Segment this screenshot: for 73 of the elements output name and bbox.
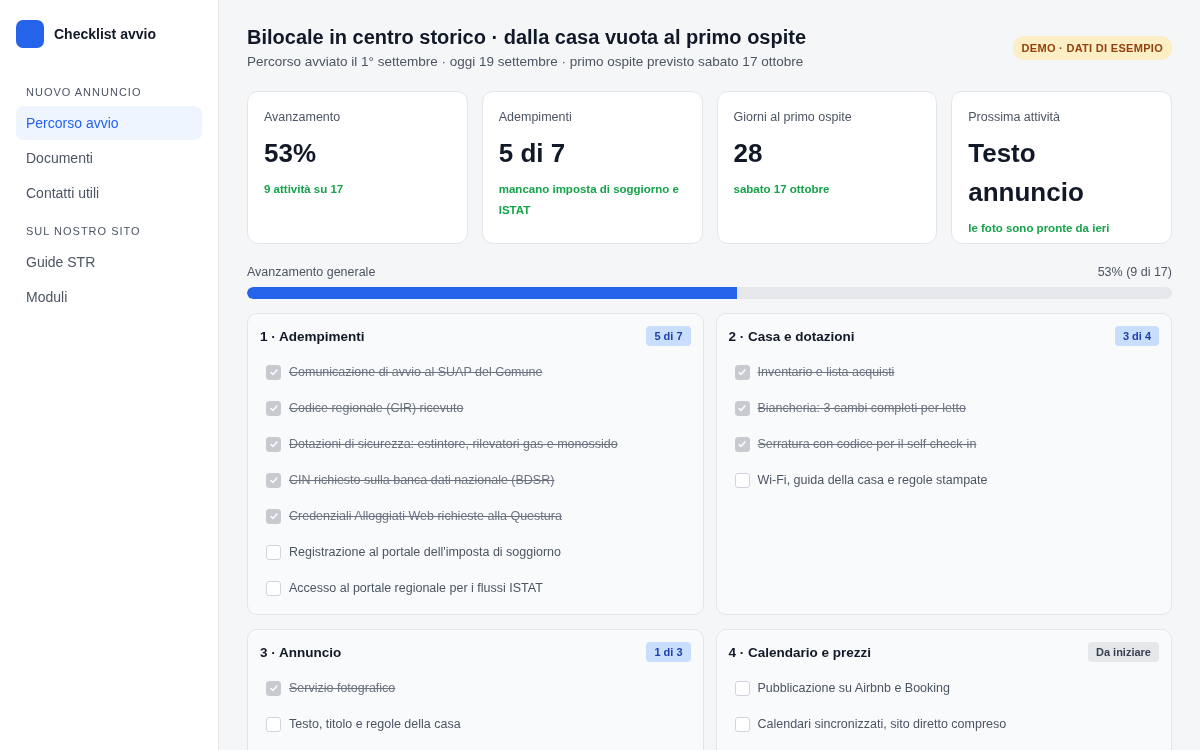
task-label: Registrazione al portale dell'imposta di soggiorno bbox=[289, 545, 561, 559]
task-label: Testo, titolo e regole della casa bbox=[289, 717, 461, 731]
page-subtitle: Percorso avviato il 1° settembre · oggi 19 settembre · primo ospite previsto sabato 17 ottobre bbox=[247, 54, 805, 69]
stat-label: Giorni al primo ospite bbox=[733, 110, 853, 124]
checkbox[interactable] bbox=[734, 716, 750, 732]
section-title: 3 · Annuncio bbox=[260, 644, 342, 660]
checkbox[interactable] bbox=[734, 680, 750, 696]
page-title: Bilocale in centro storico · dalla casa vuota al primo ospite bbox=[247, 26, 807, 49]
task-label: Pubblicazione su Airbnb e Booking bbox=[757, 681, 950, 695]
task-label: Serratura con codice per il self check-in bbox=[757, 437, 977, 451]
task-label: Accesso al portale regionale per i flussi ISTAT bbox=[289, 581, 543, 595]
nav-item[interactable]: Percorso avvio bbox=[16, 106, 202, 140]
checkbox[interactable] bbox=[266, 400, 281, 416]
check-icon bbox=[268, 683, 279, 693]
stat-note: sabato 17 ottobre bbox=[733, 182, 831, 197]
checkbox[interactable] bbox=[266, 508, 281, 524]
logo-icon bbox=[16, 20, 44, 48]
checkbox[interactable] bbox=[266, 716, 281, 732]
nav-item[interactable]: Moduli bbox=[16, 280, 202, 314]
checkbox[interactable] bbox=[734, 436, 750, 452]
task-label: Inventario e lista acquisti bbox=[757, 365, 895, 379]
checkbox[interactable] bbox=[266, 544, 281, 560]
stat-note: 9 attività su 17 bbox=[264, 182, 345, 197]
task-label: Biancheria: 3 cambi completi per letto bbox=[757, 401, 966, 415]
nav-section-heading: NUOVO ANNUNCIO bbox=[25, 86, 143, 98]
task-label: Codice regionale (CIR) ricevuto bbox=[289, 401, 464, 415]
stat-note: le foto sono pronte da ieri bbox=[968, 221, 1111, 236]
task-label: Comunicazione di avvio al SUAP del Comune bbox=[289, 365, 543, 379]
stat-value: 5 di 7 bbox=[498, 137, 567, 170]
progress-label: Avanzamento generale bbox=[247, 265, 376, 279]
checkbox[interactable] bbox=[734, 364, 750, 380]
stat-label: Adempimenti bbox=[498, 110, 573, 124]
status-badge: 5 di 7 bbox=[646, 326, 691, 346]
check-icon bbox=[268, 439, 279, 449]
task-label: Wi-Fi, guida della casa e regole stampate bbox=[757, 473, 988, 487]
checkbox[interactable] bbox=[266, 436, 281, 452]
check-icon bbox=[268, 367, 279, 377]
section-title: 2 · Casa e dotazioni bbox=[728, 328, 855, 344]
status-badge: 3 di 4 bbox=[1114, 326, 1159, 346]
stat-value: Testo annuncio bbox=[968, 137, 1085, 209]
checkbox[interactable] bbox=[734, 472, 750, 488]
nav-section-heading: SUL NOSTRO SITO bbox=[25, 225, 142, 237]
checkbox[interactable] bbox=[266, 580, 281, 596]
task-label: Calendari sincronizzati, sito diretto compreso bbox=[757, 717, 1007, 731]
stat-note: mancano imposta di soggiorno e ISTAT bbox=[498, 182, 680, 218]
check-icon bbox=[737, 367, 747, 377]
check-icon bbox=[737, 403, 747, 413]
checkbox[interactable] bbox=[266, 364, 281, 380]
check-icon bbox=[268, 511, 279, 521]
nav-item[interactable]: Guide STR bbox=[16, 245, 202, 279]
app-title: Checklist avvio bbox=[54, 26, 156, 42]
task-label: Dotazioni di sicurezza: estintore, rilevatori gas e monossido bbox=[289, 437, 618, 451]
check-icon bbox=[737, 439, 747, 449]
section-title: 4 · Calendario e prezzi bbox=[728, 644, 872, 660]
stat-value: 53% bbox=[264, 137, 318, 170]
task-label: CIN richiesto sulla banca dati nazionale (BDSR) bbox=[289, 473, 555, 487]
checkbox[interactable] bbox=[266, 680, 281, 696]
stat-label: Avanzamento bbox=[264, 110, 342, 124]
status-badge: 1 di 3 bbox=[646, 642, 691, 662]
demo-badge: DEMO · DATI DI ESEMPIO bbox=[1012, 36, 1172, 60]
section-title: 1 · Adempimenti bbox=[260, 328, 365, 344]
task-label: Servizio fotografico bbox=[289, 681, 396, 695]
stat-label: Prossima attività bbox=[968, 110, 1061, 124]
status-badge: Da iniziare bbox=[1087, 642, 1159, 662]
progress-reading: 53% (9 di 17) bbox=[1097, 265, 1172, 279]
check-icon bbox=[268, 475, 279, 485]
check-icon bbox=[268, 403, 279, 413]
nav-item[interactable]: Documenti bbox=[16, 141, 202, 175]
nav-item[interactable]: Contatti utili bbox=[16, 176, 202, 210]
stat-value: 28 bbox=[733, 137, 764, 170]
checkbox[interactable] bbox=[734, 400, 750, 416]
task-label: Credenziali Alloggiati Web richieste alla Questura bbox=[289, 509, 562, 523]
checkbox[interactable] bbox=[266, 472, 281, 488]
